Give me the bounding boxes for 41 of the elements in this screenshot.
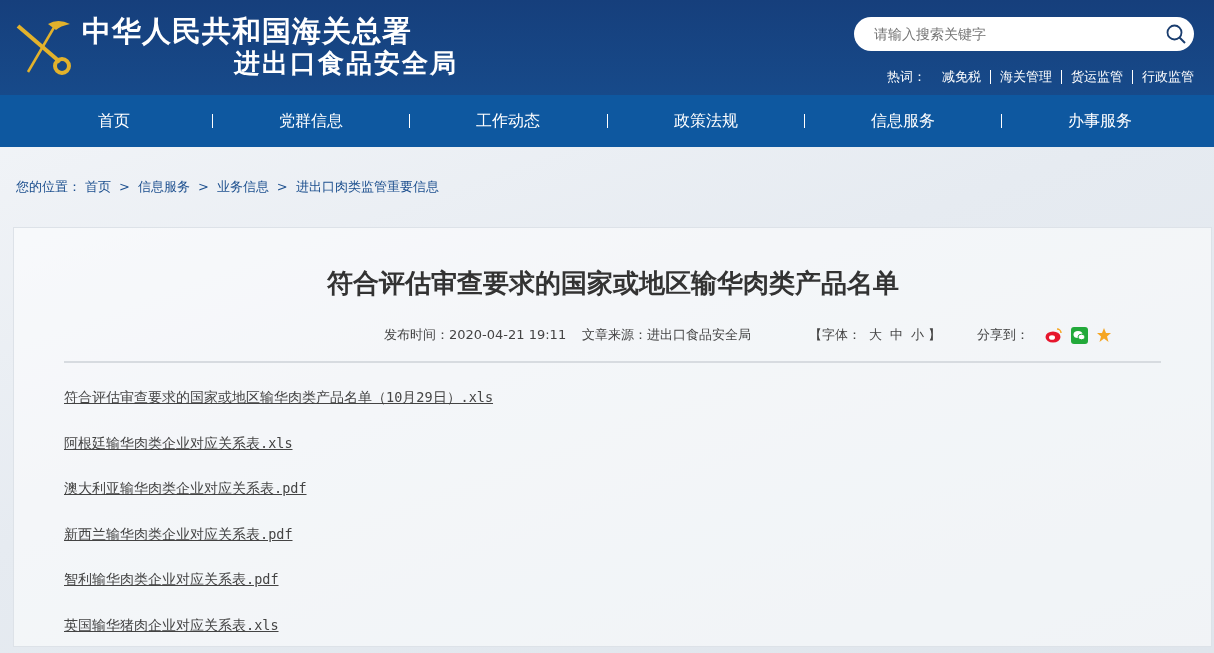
attachment-link[interactable]: 阿根廷输华肉类企业对应关系表.xls <box>64 434 293 451</box>
star-share-icon[interactable] <box>1096 326 1113 343</box>
hot-word-link[interactable]: 减免税 <box>942 66 981 87</box>
breadcrumb-link[interactable]: 业务信息 <box>216 177 269 197</box>
wechat-share-icon[interactable] <box>1071 326 1089 344</box>
hot-word-link[interactable]: 货运监管 <box>1071 66 1123 87</box>
font-size-option[interactable]: 中 <box>890 325 904 345</box>
nav-link[interactable]: 办事服务 <box>1001 109 1199 133</box>
breadcrumb-separator: > <box>119 178 130 197</box>
site-title: 中华人民共和国海关总署 <box>82 15 413 48</box>
breadcrumb-link[interactable]: 信息服务 <box>137 177 190 197</box>
font-size-option[interactable]: 大 <box>869 325 883 345</box>
publish-time: 发布时间：2020-04-21 19:11 <box>384 326 567 345</box>
share-label: 分享到： <box>977 326 1030 345</box>
article-source: 文章来源：进出口食品安全局 <box>582 326 752 345</box>
attachment-link[interactable]: 符合评估审查要求的国家或地区输华肉类产品名单（10月29日）.xls <box>64 389 494 405</box>
nav-link[interactable]: 信息服务 <box>804 109 1001 133</box>
font-size-bracket: 【字体： <box>809 326 862 345</box>
search-field[interactable]: 请输入搜索关键字 <box>854 16 1194 51</box>
weibo-share-icon[interactable] <box>1045 326 1064 343</box>
breadcrumb-separator: > <box>276 178 288 197</box>
attachment-link[interactable]: 英国输华猪肉企业对应关系表.xls <box>64 616 279 633</box>
search-icon[interactable] <box>1166 23 1186 44</box>
nav-link[interactable]: 首页 <box>16 109 213 133</box>
attachment-link[interactable]: 新西兰输华肉类企业对应关系表.pdf <box>64 525 293 542</box>
attachment-link[interactable]: 澳大利亚输华肉类企业对应关系表.pdf <box>64 480 307 496</box>
attachment-link[interactable]: 智利输华肉类企业对应关系表.pdf <box>64 571 279 587</box>
hot-word-link[interactable]: 海关管理 <box>1000 66 1052 87</box>
hot-word-link[interactable]: 行政监管 <box>1142 66 1194 87</box>
hot-words-label: 热词： <box>887 67 926 86</box>
breadcrumb-link[interactable]: 首页 <box>85 177 111 197</box>
nav-link[interactable]: 政策法规 <box>607 109 804 133</box>
article-title: 符合评估审查要求的国家或地区输华肉类产品名单 <box>325 267 900 300</box>
breadcrumb-label: 您的位置： <box>16 178 81 197</box>
font-size-bracket: 】 <box>928 326 942 345</box>
breadcrumb-separator: > <box>197 178 209 197</box>
font-size-option[interactable]: 小 <box>911 325 925 345</box>
nav-link[interactable]: 工作动态 <box>410 109 607 133</box>
site-subtitle: 进出口食品安全局 <box>232 47 458 80</box>
nav-link[interactable]: 党群信息 <box>213 109 410 133</box>
breadcrumb-link[interactable]: 进出口肉类监管重要信息 <box>295 177 439 197</box>
